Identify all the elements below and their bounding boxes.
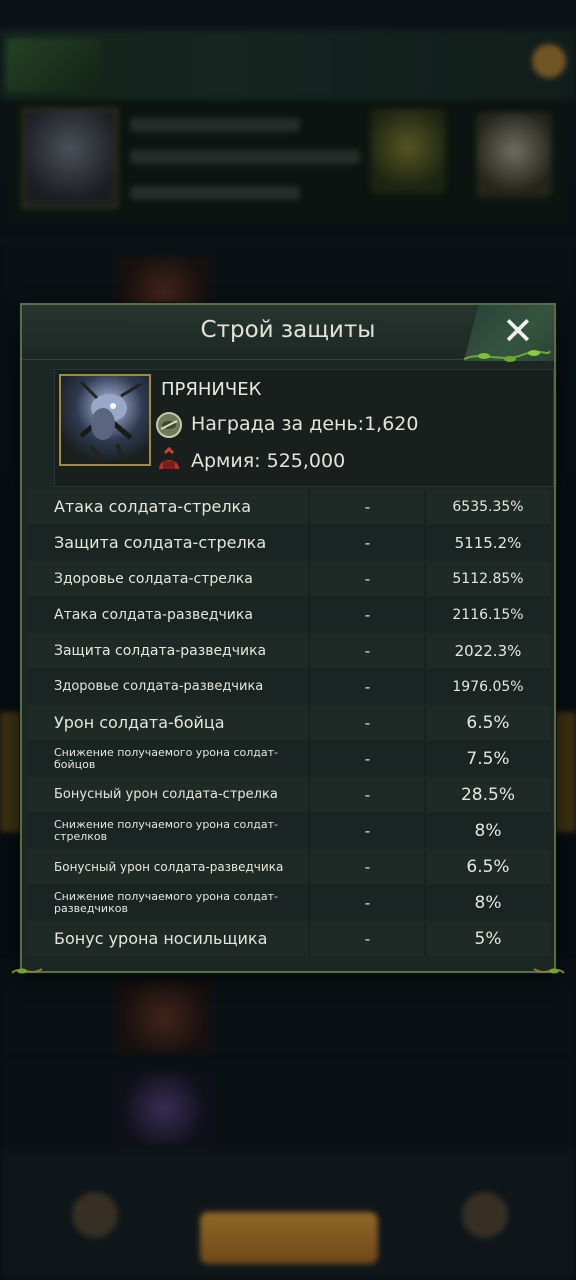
player-name: ПРЯНИЧЕК — [161, 379, 262, 400]
player-profile: ПРЯНИЧЕК Награда за день:1,620 Армия: 52… — [54, 369, 554, 487]
table-row: Здоровье солдата-разведчика - 1976.05% — [28, 669, 550, 704]
table-row: Бонусный урон солдата-разведчика - 6.5% — [28, 849, 550, 884]
stat-name: Снижение получаемого урона солдат-развед… — [28, 885, 310, 920]
stat-mid: - — [310, 705, 426, 740]
stat-name: Снижение получаемого урона солдат-стрелк… — [28, 813, 310, 848]
stat-value: 28.5% — [426, 777, 550, 812]
stat-value: 5112.85% — [426, 561, 550, 596]
stat-name: Защита солдата-стрелка — [28, 525, 310, 560]
avatar[interactable] — [59, 374, 151, 466]
stat-value: 6.5% — [426, 705, 550, 740]
stat-name: Бонусный урон солдата-разведчика — [28, 849, 310, 884]
table-row: Бонусный урон солдата-стрелка - 28.5% — [28, 777, 550, 812]
close-icon: ✕ — [502, 309, 534, 353]
table-row: Снижение получаемого урона солдат-бойцов… — [28, 741, 550, 776]
stat-name: Атака солдата-стрелка — [28, 489, 310, 524]
army-helmet-icon — [159, 447, 179, 469]
stat-mid: - — [310, 525, 426, 560]
table-row: Снижение получаемого урона солдат-развед… — [28, 885, 550, 920]
vine-decoration-icon — [463, 350, 551, 362]
stat-name: Снижение получаемого урона солдат-бойцов — [28, 741, 310, 776]
table-row: Урон солдата-бойца - 6.5% — [28, 705, 550, 740]
table-row: Защита солдата-стрелка - 5115.2% — [28, 525, 550, 560]
stat-mid: - — [310, 921, 426, 956]
stat-value: 5115.2% — [426, 525, 550, 560]
stat-name: Атака солдата-разведчика — [28, 597, 310, 632]
stat-mid: - — [310, 597, 426, 632]
stat-mid: - — [310, 777, 426, 812]
ant-soldier-icon — [79, 380, 142, 462]
stat-mid: - — [310, 489, 426, 524]
table-row: Атака солдата-стрелка - 6535.35% — [28, 489, 550, 524]
stats-table: Атака солдата-стрелка - 6535.35% Защита … — [28, 489, 550, 957]
stat-mid: - — [310, 741, 426, 776]
stat-mid: - — [310, 633, 426, 668]
table-row: Здоровье солдата-стрелка - 5112.85% — [28, 561, 550, 596]
defense-formation-modal: Строй защиты ✕ ПРЯНИЧЕК Награда за день:… — [11, 303, 565, 974]
screen: Строй защиты ✕ ПРЯНИЧЕК Награда за день:… — [0, 0, 576, 1280]
stat-name: Защита солдата-разведчика — [28, 633, 310, 668]
stat-name: Здоровье солдата-стрелка — [28, 561, 310, 596]
table-row: Защита солдата-разведчика - 2022.3% — [28, 633, 550, 668]
stat-value: 8% — [426, 813, 550, 848]
stat-value: 2022.3% — [426, 633, 550, 668]
table-row: Атака солдата-разведчика - 2116.15% — [28, 597, 550, 632]
stat-value: 7.5% — [426, 741, 550, 776]
stat-name: Бонусный урон солдата-стрелка — [28, 777, 310, 812]
stat-mid: - — [310, 849, 426, 884]
stat-value: 5% — [426, 921, 550, 956]
stat-value: 6535.35% — [426, 489, 550, 524]
stat-value: 8% — [426, 885, 550, 920]
reward-coin-icon — [156, 412, 182, 438]
stat-name: Бонус урона носильщика — [28, 921, 310, 956]
table-row: Бонус урона носильщика - 5% — [28, 921, 550, 956]
stat-mid: - — [310, 561, 426, 596]
table-row: Снижение получаемого урона солдат-стрелк… — [28, 813, 550, 848]
vine-corner-icon — [533, 968, 565, 974]
stat-name: Здоровье солдата-разведчика — [28, 669, 310, 704]
stat-mid: - — [310, 669, 426, 704]
stat-value: 1976.05% — [426, 669, 550, 704]
army-size-text: Армия: 525,000 — [191, 450, 346, 472]
vine-corner-icon — [11, 968, 43, 974]
stat-mid: - — [310, 885, 426, 920]
stat-name: Урон солдата-бойца — [28, 705, 310, 740]
stat-mid: - — [310, 813, 426, 848]
stat-value: 2116.15% — [426, 597, 550, 632]
stat-value: 6.5% — [426, 849, 550, 884]
daily-reward-text: Награда за день:1,620 — [191, 413, 419, 435]
